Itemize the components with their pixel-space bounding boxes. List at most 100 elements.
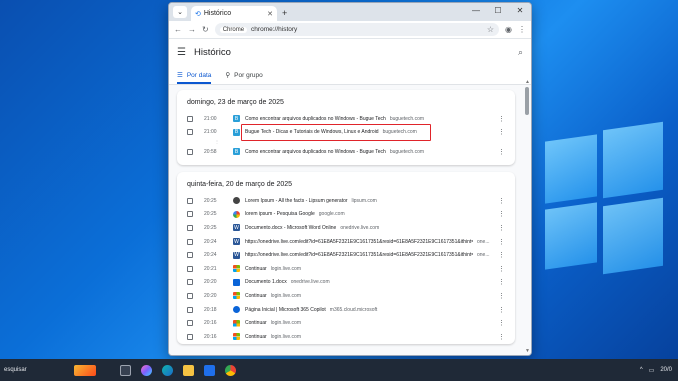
visit-time: 20:25 [204,211,217,218]
more-actions-icon[interactable]: ⋮ [498,115,505,123]
system-tray: ^ ▭ 20/0 [640,367,672,374]
maximize-button[interactable]: ☐ [487,3,509,19]
history-row[interactable]: 20:58 B Como encontrar arquivos duplicad… [177,145,515,159]
hamburger-menu-icon[interactable]: ☰ [177,47,186,58]
close-tab-icon[interactable]: ✕ [267,10,273,18]
more-actions-icon[interactable]: ⋮ [498,292,505,300]
chrome-icon[interactable] [225,364,236,376]
history-row[interactable]: 20:16 Continuar login.live.com ⋮ [177,330,515,344]
close-window-button[interactable]: ✕ [509,3,531,19]
more-actions-icon[interactable]: ⋮ [498,224,505,232]
page-title-link[interactable]: Continuar [245,334,267,340]
menu-icon[interactable]: ⋮ [518,25,526,34]
taskbar-search[interactable]: esquisar [4,367,64,373]
history-row[interactable]: 20:25 Lorem Ipsum - All the facts - Lips… [177,194,515,208]
more-actions-icon[interactable]: ⋮ [498,319,505,327]
visit-time: 20:20 [204,292,217,299]
back-icon[interactable]: ← [174,25,182,34]
page-title-link[interactable]: Documento.docx - Microsoft Word Online [245,225,336,231]
page-title-link[interactable]: Lorem Ipsum - All the facts - Lipsum gen… [245,198,348,204]
page-domain: one... [477,238,490,245]
more-actions-icon[interactable]: ⋮ [498,238,505,246]
page-title-link[interactable]: Página Inicial | Microsoft 365 Copilot [245,307,326,313]
history-tab-icon: ⟲ [195,10,201,18]
microsoft-favicon-icon [233,292,240,300]
profile-icon[interactable]: ◉ [505,25,512,34]
windows-logo [545,118,665,288]
history-row[interactable]: 20:25 lorem ipsum - Pesquisa Google goog… [177,208,515,222]
window-controls: — ☐ ✕ [465,3,531,19]
task-view-icon[interactable] [120,364,131,376]
history-day-card: quinta-feira, 20 de março de 2025 20:25 … [177,172,515,344]
more-actions-icon[interactable]: ⋮ [498,210,505,218]
copilot-icon[interactable] [141,364,152,376]
widgets-icon[interactable] [74,364,96,376]
history-row[interactable]: 20:20 Continuar login.live.com ⋮ [177,289,515,303]
page-title-link[interactable]: https://onedrive.live.com/edit?id=61E8A5… [245,239,473,245]
group-icon: ⚲ [225,72,231,79]
more-actions-icon[interactable]: ⋮ [498,306,505,314]
reload-icon[interactable]: ↻ [202,25,209,34]
visit-time: 20:25 [204,224,217,231]
page-title-link[interactable]: Como encontrar arquivos duplicados no Wi… [245,116,386,122]
tab-by-date[interactable]: ☰ Por data [177,71,212,84]
visit-time: 20:25 [204,197,217,204]
forward-icon[interactable]: → [188,25,196,34]
more-actions-icon[interactable]: ⋮ [498,251,505,259]
microsoft-favicon-icon [233,319,240,327]
clock[interactable]: 20/0 [660,367,672,374]
page-domain: google.com [318,211,345,218]
buguetech-favicon-icon: B [233,115,240,123]
visit-time: 20:20 [204,279,217,286]
address-bar[interactable]: Chrome chrome://history ☆ [214,23,500,36]
more-actions-icon[interactable]: ⋮ [498,197,505,205]
browser-tab[interactable]: ⟲ Histórico ✕ [191,6,277,21]
site-chip[interactable]: Chrome [219,26,248,33]
google-favicon-icon [233,210,240,218]
search-icon[interactable]: ⌕ [518,47,523,58]
minimize-button[interactable]: — [465,3,487,19]
history-row[interactable]: 20:16 Continuar login.live.com ⋮ [177,316,515,330]
network-icon[interactable]: ▭ [649,367,655,374]
chevron-up-icon[interactable]: ^ [640,367,643,374]
visit-time: 20:24 [204,252,217,259]
page-title-link[interactable]: lorem ipsum - Pesquisa Google [245,211,315,217]
more-actions-icon[interactable]: ⋮ [498,148,505,156]
history-row[interactable]: 20:25 W Documento.docx - Microsoft Word … [177,221,515,235]
history-row[interactable]: 21:00 B Bugue Tech - Dicas e Tutoriais d… [177,123,515,141]
more-actions-icon[interactable]: ⋮ [498,333,505,341]
page-domain: onedrive.live.com [340,224,380,231]
more-actions-icon[interactable]: ⋮ [498,278,505,286]
edge-icon[interactable] [162,364,173,376]
chrome-window: ⌄ ⟲ Histórico ✕ + — ☐ ✕ ← → ↻ Chrome chr… [168,2,532,356]
page-title-link[interactable]: Continuar [245,266,267,272]
history-row[interactable]: 20:20 Documento 1.docx onedrive.live.com… [177,276,515,290]
tab-search-button[interactable]: ⌄ [173,6,187,18]
page-title-link[interactable]: Continuar [245,320,267,326]
visit-time: 21:00 [204,115,217,122]
history-row[interactable]: 20:24 W https://onedrive.live.com/edit?i… [177,235,515,249]
new-tab-button[interactable]: + [282,8,287,18]
file-explorer-icon[interactable] [183,364,194,376]
day-heading: domingo, 23 de março de 2025 [187,99,284,106]
page-title-link[interactable]: Como encontrar arquivos duplicados no Wi… [245,149,386,155]
more-actions-icon[interactable]: ⋮ [498,128,505,136]
page-title-link[interactable]: Continuar [245,293,267,299]
store-icon[interactable] [204,364,215,376]
microsoft-favicon-icon [233,265,240,273]
search-label: esquisar [4,367,27,373]
tab-by-group[interactable]: ⚲ Por grupo [225,71,262,84]
page-title-link[interactable]: Documento 1.docx [245,279,287,285]
page-domain: buguetech.com [389,148,425,155]
bookmark-star-icon[interactable]: ☆ [487,25,494,34]
word-favicon-icon: W [233,238,240,246]
page-domain: buguetech.com [389,115,425,122]
page-title-link[interactable]: https://onedrive.live.com/edit?id=61E8A5… [245,252,473,258]
history-row[interactable]: 20:21 Continuar login.live.com ⋮ [177,262,515,276]
history-row[interactable]: 20:24 W https://onedrive.live.com/edit?i… [177,248,515,262]
tab-label: Por grupo [234,71,263,79]
scroll-up-arrow[interactable]: ▲ [525,79,530,85]
history-row[interactable]: 20:18 Página Inicial | Microsoft 365 Cop… [177,303,515,317]
more-actions-icon[interactable]: ⋮ [498,265,505,273]
page-domain: login.live.com [270,292,301,299]
